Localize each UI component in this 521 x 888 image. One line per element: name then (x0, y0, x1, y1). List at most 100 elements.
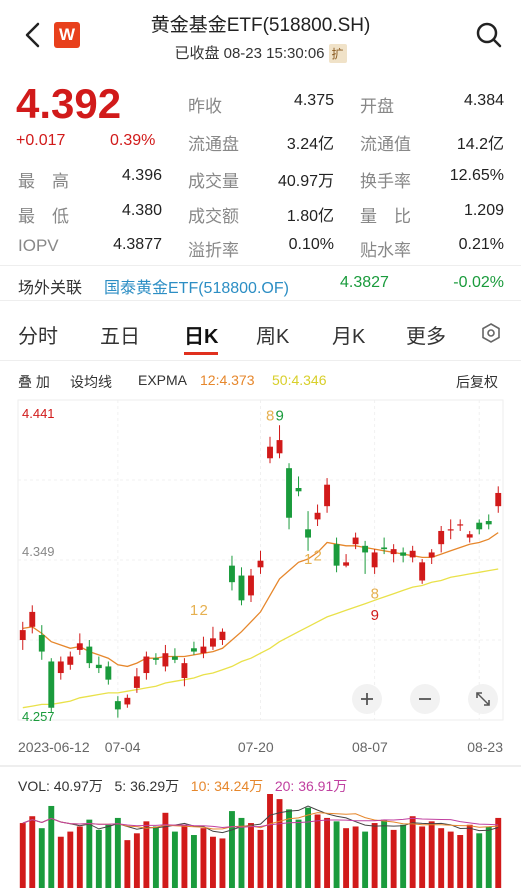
float-shares-value: 3.24亿 (286, 136, 334, 153)
volume-bar (19, 823, 26, 888)
candle-body (48, 661, 55, 708)
volume-ma5: 5: 36.29万 (114, 778, 180, 794)
volume-current: VOL: 40.97万 (18, 778, 103, 794)
candle-body (457, 524, 464, 526)
tab-more[interactable]: 更多 (406, 320, 446, 349)
price-change-pct: 0.39% (110, 132, 156, 149)
y-axis-label: 4.257 (22, 709, 55, 724)
volume-bar (466, 824, 473, 888)
iopv-label: IOPV (18, 236, 59, 255)
x-axis-label: 08-07 (352, 739, 388, 755)
volume-bar (57, 836, 64, 888)
candle-body (371, 552, 378, 568)
premium-value: 0.10% (288, 236, 334, 253)
candle-body (485, 521, 492, 525)
candle-body (295, 488, 302, 492)
float-value-value: 14.2亿 (456, 136, 504, 153)
candle-body (428, 552, 435, 558)
low-label: 最 低 (18, 207, 69, 226)
volume-label: 成交量 (188, 172, 239, 191)
settings-icon[interactable] (480, 322, 502, 344)
candle-body (19, 630, 26, 640)
volume-bar (38, 828, 45, 888)
x-axis-label: 07-20 (238, 739, 274, 755)
zoom-in-icon[interactable] (352, 684, 382, 714)
tab-intraday[interactable]: 分时 (18, 320, 58, 349)
candlestick-chart[interactable]: 4.4414.3494.2578 91 21 2892023-06-12 07-04 07… (0, 394, 521, 888)
candle-body (238, 575, 245, 601)
candle-body (409, 550, 416, 558)
volume-bar (476, 833, 483, 888)
offexchange-fund-link[interactable]: 国泰黄金ETF(518800.OF) (104, 274, 289, 298)
volume-bar (267, 794, 273, 888)
y-axis-label: 4.349 (22, 544, 55, 559)
volume-bar (419, 826, 426, 888)
volume-bar (162, 812, 169, 888)
x-axis-label: 2023-06-12 (18, 739, 90, 755)
tab-monthly-k[interactable]: 月K (332, 320, 365, 349)
overlay-button[interactable]: 叠 加 (18, 372, 50, 392)
candle-body (114, 701, 121, 710)
tab-five-day[interactable]: 五日 (100, 320, 140, 349)
candle-body (390, 549, 397, 555)
volume-ratio-value: 1.209 (463, 202, 504, 219)
tab-weekly-k[interactable]: 周K (256, 320, 289, 349)
volume-bar (305, 807, 311, 888)
volume-bar (210, 836, 216, 888)
candle-body (343, 562, 350, 566)
turnover-rate-label: 换手率 (360, 172, 411, 191)
candle-body (86, 646, 93, 664)
candle-body (419, 562, 426, 581)
zoom-out-icon[interactable] (410, 684, 440, 714)
expma-label[interactable]: EXPMA (138, 372, 187, 388)
volume-bar (286, 809, 292, 888)
offexchange-row[interactable]: 场外关联 国泰黄金ETF(518800.OF) 4.3827 -0.02% (0, 265, 521, 301)
ma-settings-button[interactable]: 设均线 (70, 372, 112, 392)
candle-body (466, 534, 473, 538)
x-axis-label: 07-04 (105, 739, 141, 755)
candles (19, 425, 502, 718)
status-text: 已收盘 08-23 15:30:06 (174, 45, 325, 62)
amount-value: 1.80亿 (286, 208, 334, 225)
extend-badge[interactable]: 扩 (328, 44, 347, 63)
low-value: 4.380 (121, 202, 162, 219)
candle-body (314, 512, 321, 520)
volume-bar (438, 828, 445, 888)
prev-close-label: 昨收 (188, 97, 222, 116)
x-axis-label: 08-23 (467, 739, 503, 755)
amount-label: 成交额 (188, 207, 239, 226)
volume-bar (314, 814, 321, 888)
candle-body (305, 529, 311, 538)
float-shares-label: 流通盘 (188, 135, 239, 154)
fullscreen-icon[interactable] (468, 684, 498, 714)
period-tabs: 分时 五日 日K 周K 月K 更多 (0, 306, 521, 362)
candle-body (381, 547, 388, 550)
volume-bar (400, 824, 407, 888)
volume-bar (381, 819, 388, 888)
volume-bar (257, 829, 264, 888)
volume-bar (181, 824, 188, 888)
candle-body (133, 676, 140, 688)
search-icon[interactable] (474, 20, 504, 50)
signal-count-label: 1 (304, 551, 312, 568)
volume-bar (324, 817, 331, 888)
volume-bar (343, 828, 350, 888)
signal-count-label: 2 (314, 548, 322, 565)
volume-bar (95, 829, 102, 888)
volume-bar (390, 829, 397, 888)
candle-body (67, 656, 74, 665)
candle-body (333, 544, 340, 566)
indicator-bar: 叠 加 设均线 EXPMA 12:4.373 50:4.346 后复权 (0, 366, 521, 394)
signal-count-label: 9 (276, 407, 284, 424)
tab-daily-k[interactable]: 日K (184, 320, 218, 349)
turnover-rate-value: 12.65% (449, 167, 504, 184)
discount-value: 0.21% (458, 236, 504, 253)
active-tab-indicator (184, 352, 218, 355)
volume-bar (152, 826, 159, 888)
signal-count-label: 9 (371, 607, 379, 624)
candle-body (276, 440, 283, 454)
candle-body (257, 560, 264, 568)
candle-body (171, 656, 178, 660)
adjust-button[interactable]: 后复权 (456, 372, 498, 392)
candle-body (362, 545, 369, 553)
